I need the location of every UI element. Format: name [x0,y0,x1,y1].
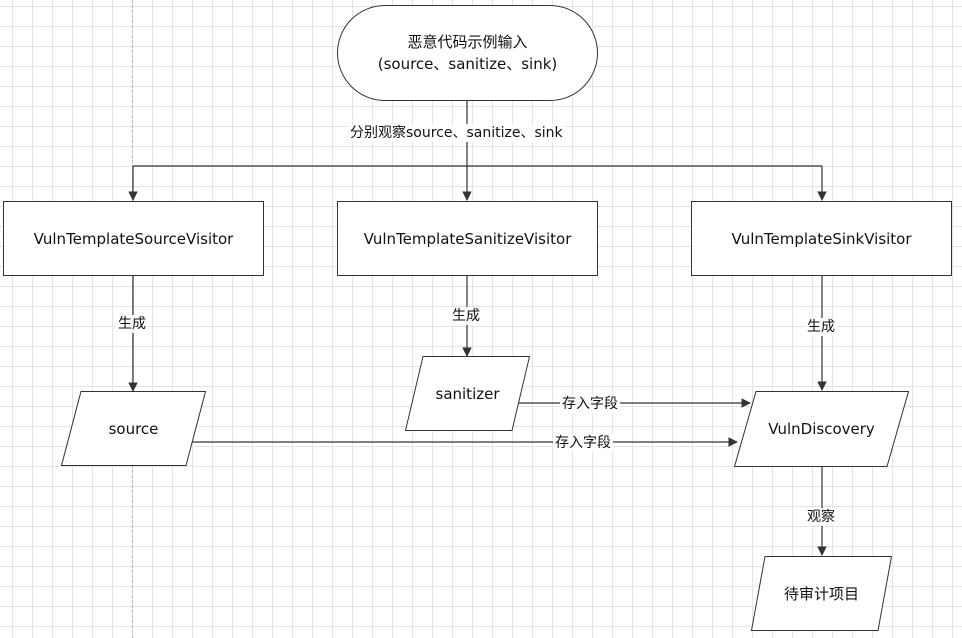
observe-all-label: 分别观察source、sanitize、sink [348,124,565,142]
source-data-label: source [108,419,159,438]
sanitizer-data-node: sanitizer [405,356,530,431]
source-visitor-label: VulnTemplateSourceVisitor [33,229,234,248]
sanitize-visitor-label: VulnTemplateSanitizeVisitor [363,229,572,248]
observe-label: 观察 [805,508,837,526]
source-visitor-node: VulnTemplateSourceVisitor [3,201,264,276]
start-node: 恶意代码示例输入 (source、sanitize、sink) [337,5,598,101]
sink-visitor-label: VulnTemplateSinkVisitor [731,229,912,248]
store-field-label-sanitizer: 存入字段 [560,395,620,413]
generate-label-source: 生成 [116,315,148,333]
start-node-line2: (source、sanitize、sink) [377,55,558,73]
generate-label-sanitize: 生成 [450,307,482,325]
store-field-label-source: 存入字段 [553,434,613,452]
audit-items-label: 待审计项目 [783,585,859,603]
vuln-discovery-node: VulnDiscovery [734,391,909,467]
sanitize-visitor-node: VulnTemplateSanitizeVisitor [337,201,598,276]
audit-items-node: 待审计项目 [751,556,892,631]
sanitizer-data-label: sanitizer [435,384,500,403]
source-data-node: source [61,391,206,466]
generate-label-sink: 生成 [805,318,837,336]
vuln-discovery-label: VulnDiscovery [768,420,875,438]
start-node-line1: 恶意代码示例输入 [407,33,528,51]
sink-visitor-node: VulnTemplateSinkVisitor [691,201,952,276]
